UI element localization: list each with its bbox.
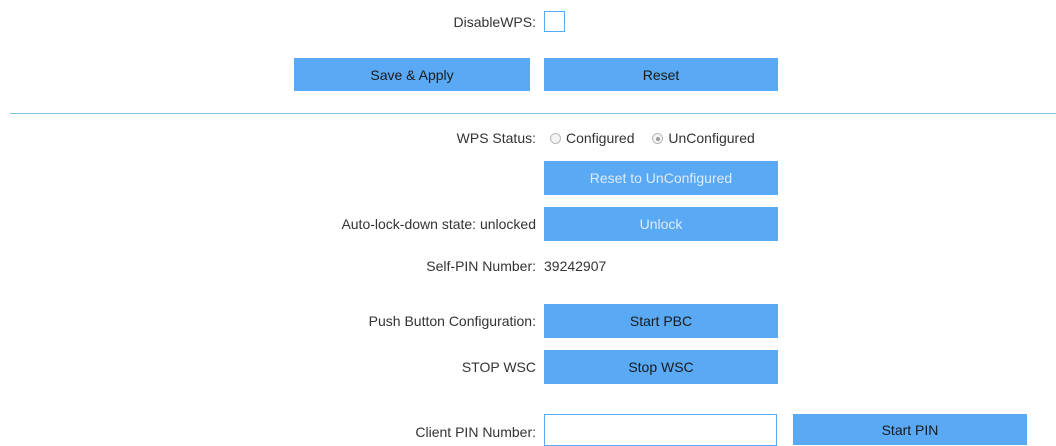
start-pbc-button[interactable]: Start PBC (544, 304, 778, 338)
section-divider (10, 113, 1056, 114)
self-pin-value: 39242907 (544, 258, 607, 274)
radio-unconfigured-label: UnConfigured (668, 130, 755, 146)
reset-to-unconfigured-button[interactable]: Reset to UnConfigured (544, 161, 778, 195)
stop-wsc-button[interactable]: Stop WSC (544, 350, 778, 384)
disable-wps-checkbox[interactable] (544, 11, 565, 32)
radio-unconfigured[interactable]: UnConfigured (652, 130, 755, 146)
start-pin-button[interactable]: Start PIN (793, 414, 1027, 445)
radio-unconfigured-icon[interactable] (652, 133, 664, 144)
stop-wsc-label: STOP WSC (461, 359, 536, 375)
client-pin-input[interactable] (544, 414, 777, 446)
wps-status-radio-group: Configured UnConfigured (550, 130, 769, 146)
pbc-label: Push Button Configuration: (368, 313, 536, 329)
reset-button[interactable]: Reset (544, 58, 778, 91)
auto-lock-state-label: Auto-lock-down state: unlocked (341, 216, 536, 232)
radio-configured-label: Configured (566, 130, 635, 146)
radio-configured-icon[interactable] (550, 133, 561, 144)
disable-wps-label: DisableWPS: (453, 14, 536, 30)
save-apply-button[interactable]: Save & Apply (294, 58, 530, 91)
unlock-button[interactable]: Unlock (544, 207, 778, 241)
self-pin-label: Self-PIN Number: (426, 258, 536, 274)
wps-status-label: WPS Status: (456, 130, 536, 146)
client-pin-label: Client PIN Number: (415, 424, 536, 440)
radio-configured[interactable]: Configured (550, 130, 635, 146)
